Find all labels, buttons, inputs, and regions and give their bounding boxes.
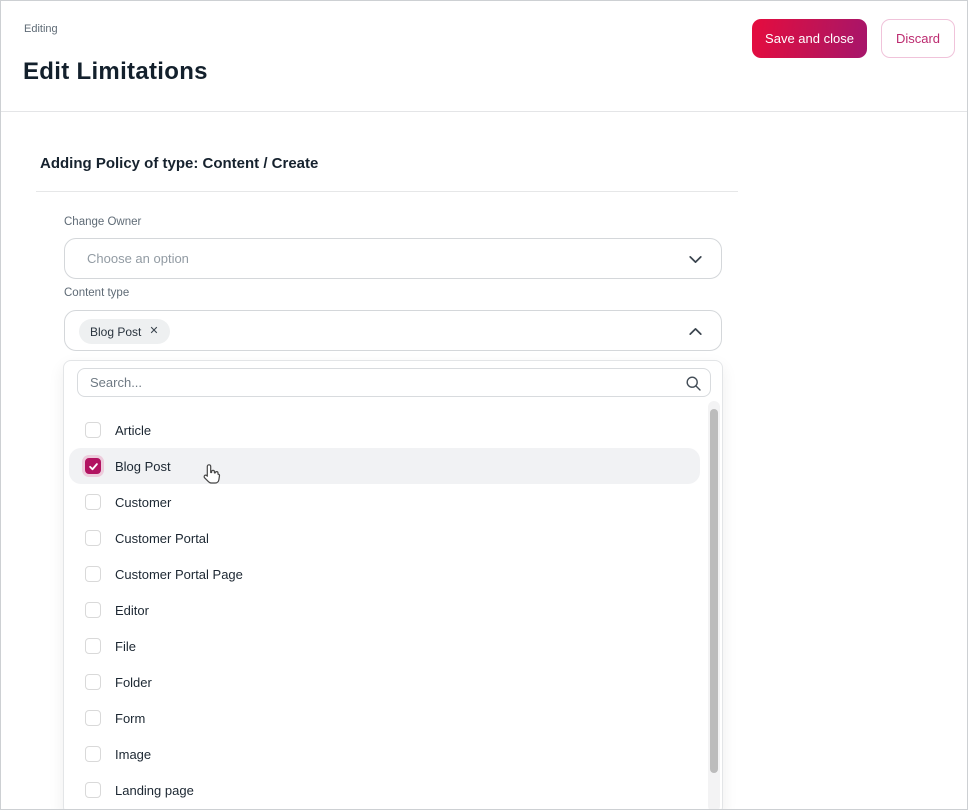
edit-limitations-page: Editing Edit Limitations Save and close …	[0, 0, 968, 810]
chip-label: Blog Post	[90, 324, 142, 339]
chip-remove-icon[interactable]: ✕	[149, 326, 158, 337]
checkbox[interactable]	[85, 638, 101, 654]
list-item[interactable]: Customer	[69, 484, 700, 520]
checkbox[interactable]	[85, 494, 101, 510]
content-type-label: Content type	[64, 287, 130, 299]
list-item[interactable]: Landing page	[69, 772, 700, 808]
option-label: Form	[115, 710, 146, 726]
list-item[interactable]: Article	[69, 412, 700, 448]
change-owner-label: Change Owner	[64, 216, 142, 228]
search-icon	[686, 376, 701, 391]
option-label: Image	[115, 746, 152, 762]
search-box	[77, 368, 711, 397]
list-item[interactable]: Customer Portal	[69, 520, 700, 556]
list-item[interactable]: File	[69, 628, 700, 664]
option-label: Landing page	[115, 782, 194, 798]
page-title: Edit Limitations	[23, 58, 208, 85]
option-label: Folder	[115, 674, 152, 690]
chevron-up-icon	[689, 327, 702, 336]
option-label: Customer Portal	[115, 530, 209, 546]
checkbox[interactable]	[85, 746, 101, 762]
checkmark-icon	[88, 462, 98, 470]
chevron-down-icon	[689, 255, 702, 264]
option-label: Blog Post	[115, 458, 171, 474]
content-type-multiselect[interactable]: Blog Post ✕	[64, 310, 722, 351]
checkbox[interactable]	[85, 530, 101, 546]
option-label: Article	[115, 422, 152, 438]
list-item[interactable]: Image	[69, 736, 700, 772]
change-owner-select[interactable]: Choose an option	[64, 238, 722, 279]
page-header: Editing Edit Limitations Save and close …	[0, 0, 968, 112]
checkbox[interactable]	[85, 674, 101, 690]
change-owner-placeholder: Choose an option	[87, 251, 189, 266]
option-label: Editor	[115, 602, 149, 618]
checkbox[interactable]	[85, 602, 101, 618]
option-label: File	[115, 638, 136, 654]
discard-button[interactable]: Discard	[881, 19, 955, 58]
option-label: Customer Portal Page	[115, 566, 243, 582]
save-and-close-button[interactable]: Save and close	[752, 19, 867, 58]
section-divider	[36, 191, 738, 192]
option-label: Customer	[115, 494, 172, 510]
search-input[interactable]	[78, 369, 710, 396]
list-item[interactable]: Customer Portal Page	[69, 556, 700, 592]
section-title: Adding Policy of type: Content / Create	[40, 155, 319, 172]
list-item[interactable]: Blog Post	[69, 448, 700, 484]
list-item[interactable]: Folder	[69, 664, 700, 700]
breadcrumb: Editing	[24, 23, 58, 35]
content-type-dropdown: Article Blog Post Customer Customer Port…	[63, 360, 723, 810]
list-item[interactable]: Form	[69, 700, 700, 736]
options-list: Article Blog Post Customer Customer Port…	[64, 412, 708, 808]
checkbox[interactable]	[85, 422, 101, 438]
checkbox[interactable]	[85, 710, 101, 726]
scrollbar-thumb[interactable]	[710, 409, 718, 773]
list-item[interactable]: Editor	[69, 592, 700, 628]
checkbox[interactable]	[85, 458, 101, 474]
checkbox[interactable]	[85, 566, 101, 582]
selected-chip[interactable]: Blog Post ✕	[79, 319, 170, 344]
checkbox[interactable]	[85, 782, 101, 798]
